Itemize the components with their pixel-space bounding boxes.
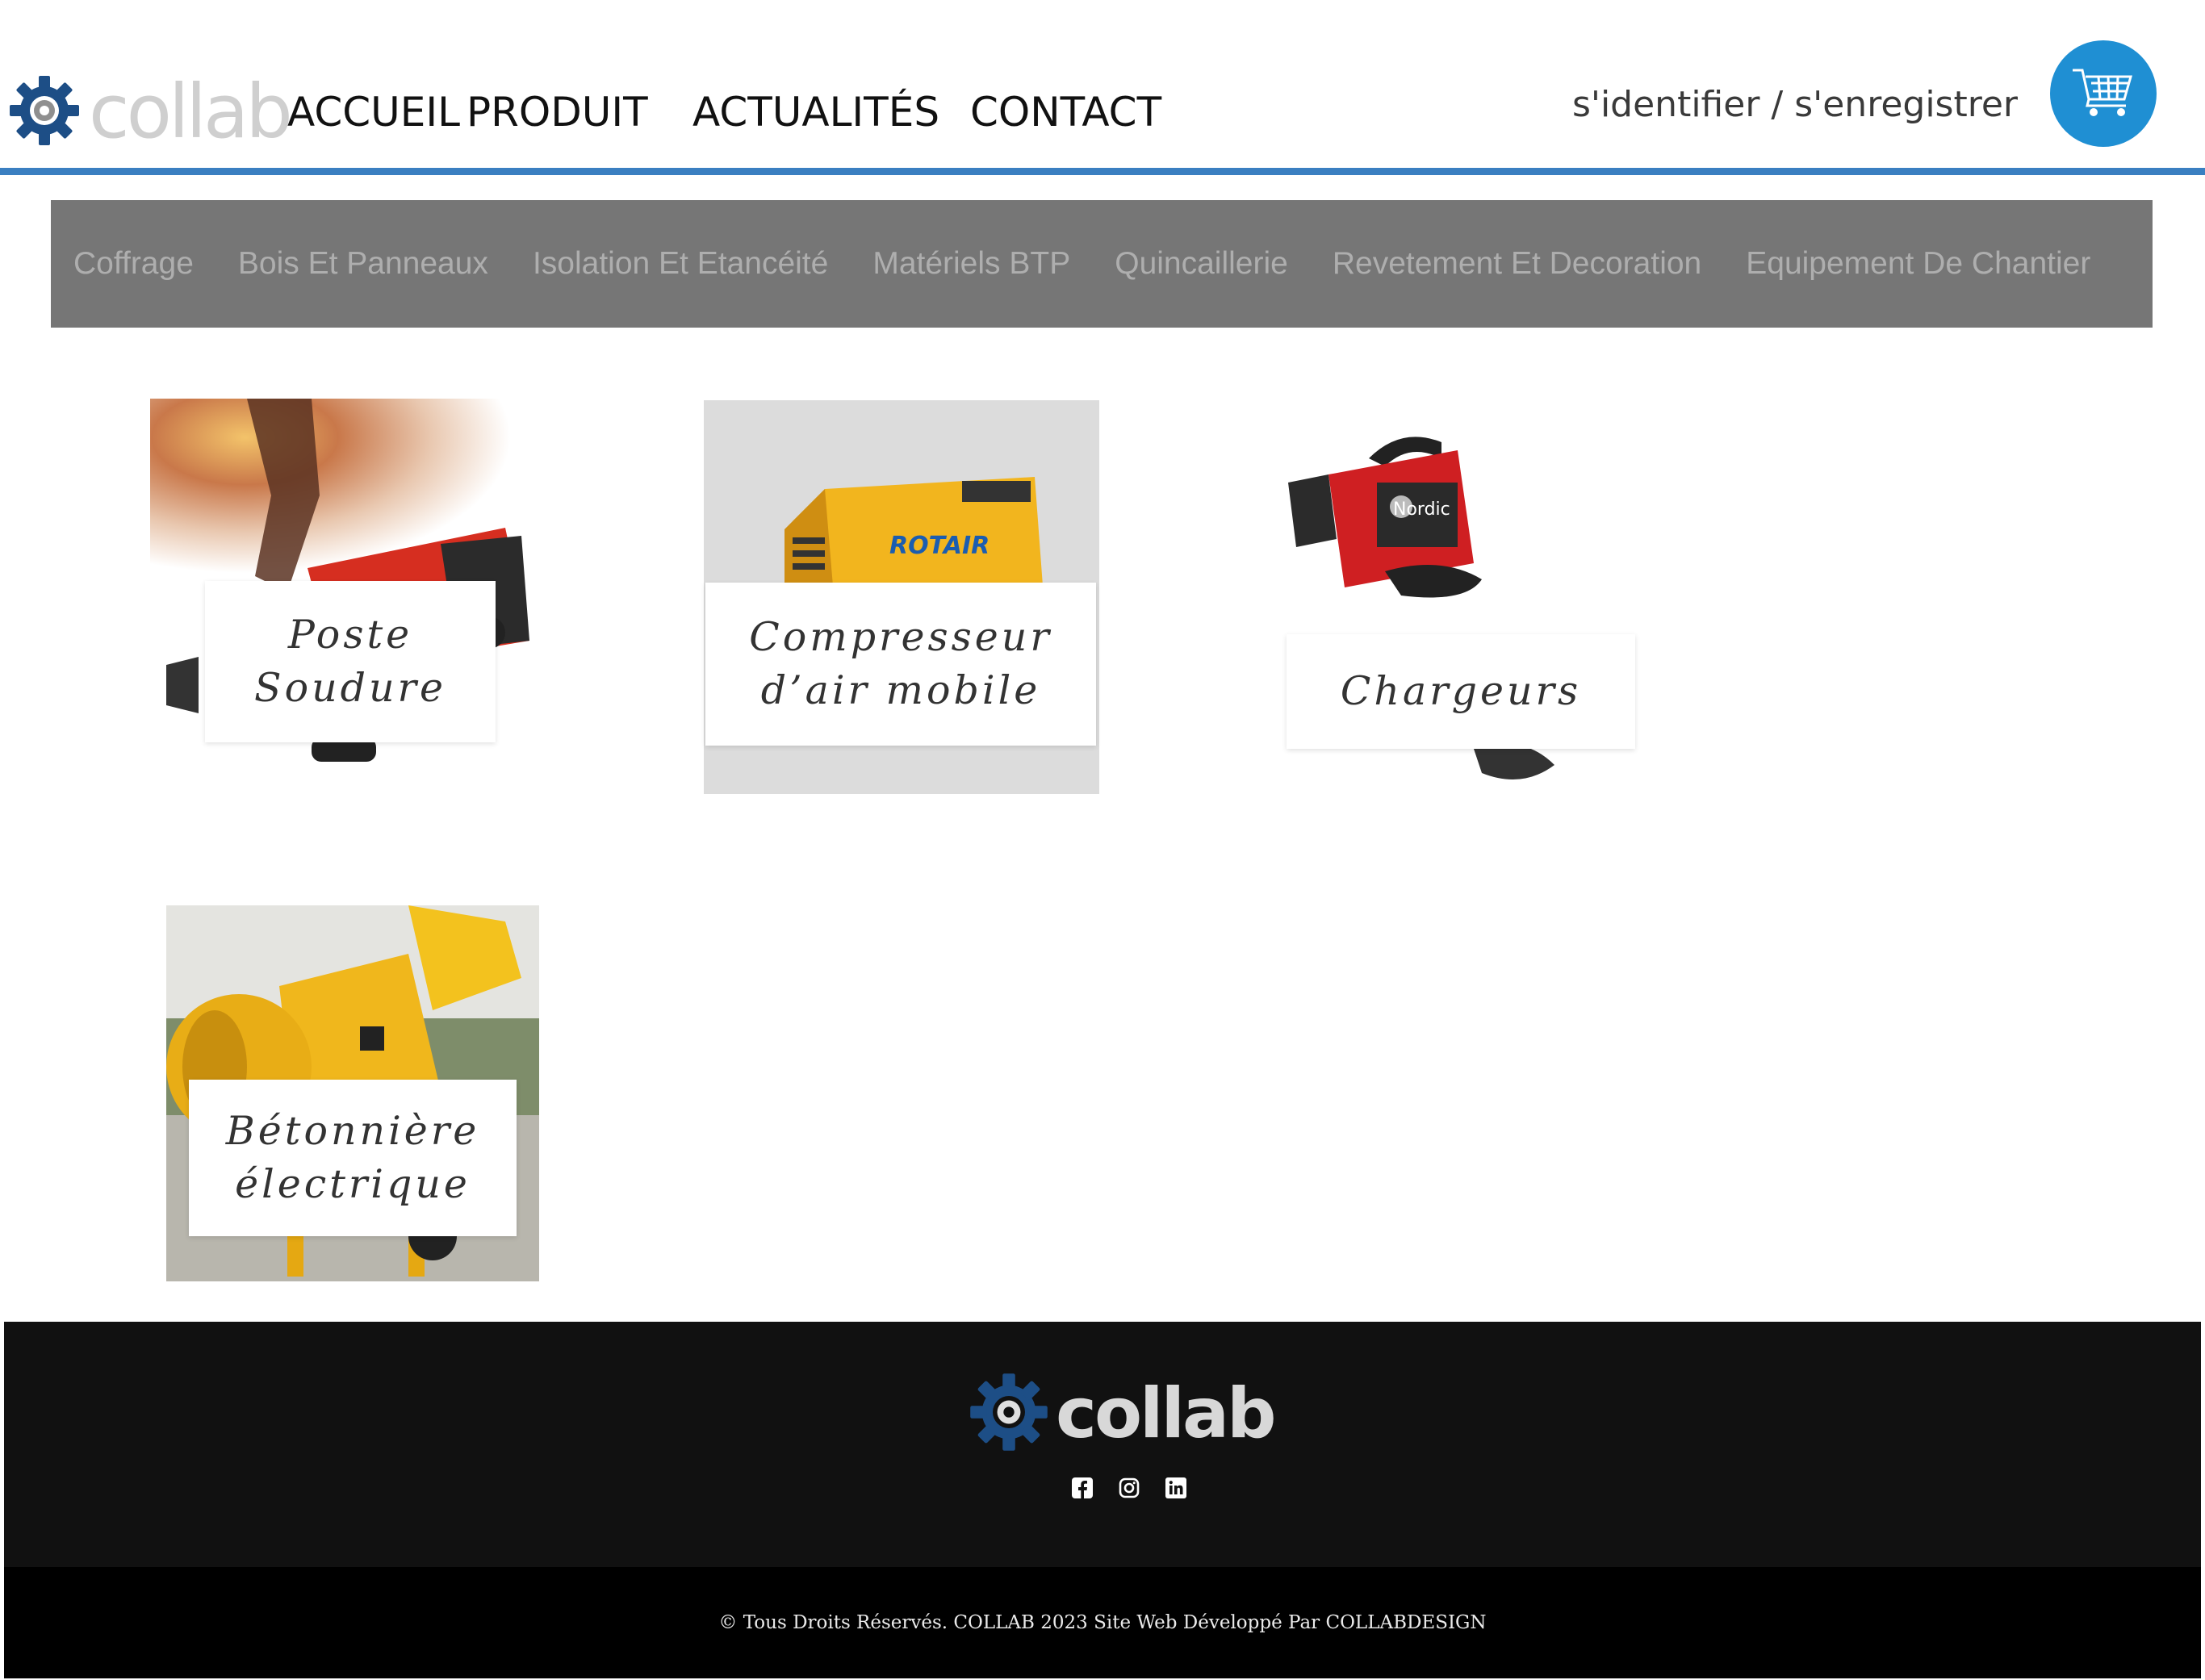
footer-copyright-bar: © Tous Droits Réservés. COLLAB 2023 Site… — [4, 1567, 2201, 1678]
product-label: Bétonnière électrique — [189, 1080, 517, 1236]
category-quincaillerie[interactable]: Quincaillerie — [1115, 246, 1288, 282]
category-coffrage[interactable]: Coffrage — [73, 246, 194, 282]
product-label: Poste Soudure — [205, 581, 496, 742]
svg-text:Nordic: Nordic — [1393, 499, 1450, 520]
facebook-icon[interactable] — [1071, 1477, 1094, 1499]
category-revetement-et-decoration[interactable]: Revetement Et Decoration — [1333, 246, 1701, 282]
product-label: Chargeurs — [1287, 634, 1635, 749]
nav-contact[interactable]: CONTACT — [970, 89, 1161, 136]
product-card-betonniere[interactable]: Bétonnière électrique — [166, 905, 539, 1281]
copyright-text: © Tous Droits Réservés. COLLAB 2023 Site… — [718, 1612, 1487, 1633]
svg-text:ROTAIR: ROTAIR — [889, 532, 990, 560]
cart-button[interactable] — [2050, 40, 2157, 147]
nav-actualites[interactable]: ACTUALITÉS — [692, 89, 939, 136]
product-card-chargeurs[interactable]: Nordic Chargeurs — [1280, 426, 1635, 796]
product-card-compresseur[interactable]: ROTAIR Compresseur d’air mobile — [704, 400, 1099, 794]
nav-accueil[interactable]: ACCUEIL — [287, 89, 460, 136]
login-register-link[interactable]: s'identifier / s'enregistrer — [1572, 84, 2018, 125]
gear-icon — [8, 74, 81, 150]
footer-logo[interactable]: collab — [969, 1372, 1277, 1456]
cart-icon — [2069, 64, 2137, 123]
gear-icon — [969, 1372, 1049, 1456]
product-label: Compresseur d’air mobile — [705, 583, 1096, 746]
logo-wordmark: collab — [89, 69, 293, 155]
category-bar: Coffrage Bois Et Panneaux Isolation Et E… — [51, 200, 2153, 328]
category-equipement-de-chantier[interactable]: Equipement De Chantier — [1746, 246, 2090, 282]
nav-produit[interactable]: PRODUIT — [467, 89, 648, 136]
instagram-icon[interactable] — [1118, 1477, 1140, 1499]
category-isolation-et-etanceite[interactable]: Isolation Et Etancéité — [533, 246, 828, 282]
product-card-poste-soudure[interactable]: Poste Soudure — [150, 399, 529, 771]
header-divider — [0, 168, 2205, 175]
category-bois-et-panneaux[interactable]: Bois Et Panneaux — [238, 246, 488, 282]
category-materiels-btp[interactable]: Matériels BTP — [872, 246, 1070, 282]
linkedin-icon[interactable] — [1165, 1477, 1187, 1499]
site-logo[interactable]: collab — [8, 69, 293, 155]
logo-wordmark: collab — [1056, 1373, 1277, 1454]
